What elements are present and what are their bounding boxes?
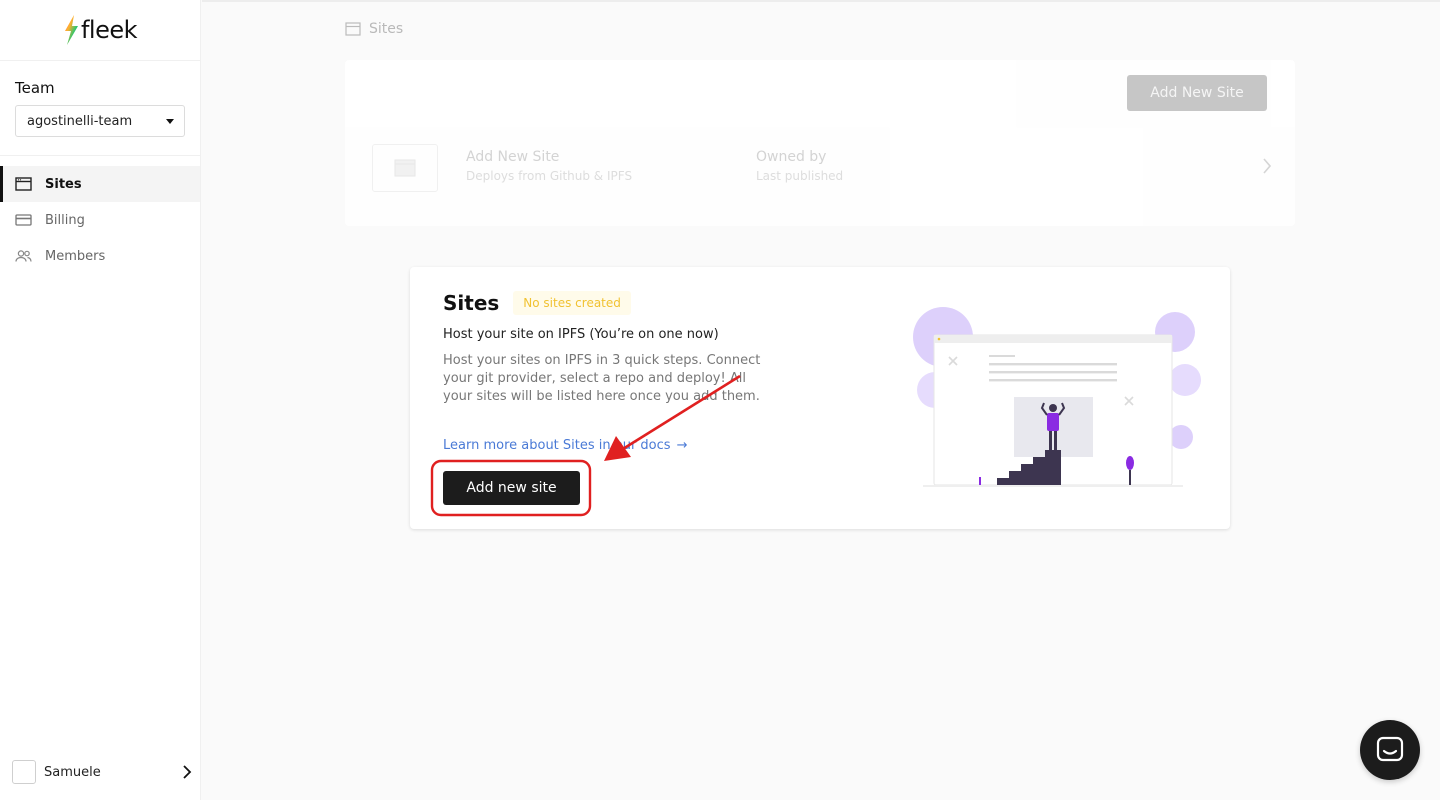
owner-title: Owned by [756,149,827,165]
sidebar-item-label: Sites [45,176,82,192]
card-title: Sites [443,291,500,315]
team-select-value: agostinelli-team [27,113,133,129]
team-label: Team [15,79,55,97]
browser-window-icon [394,159,416,177]
sites-list-placeholder: Add New Site Add New Site Deploys from G… [345,60,1295,226]
browser-window-icon [345,22,361,36]
breadcrumb: Sites [345,21,403,37]
users-icon [15,249,32,263]
chevron-right-icon [1263,158,1272,174]
chat-icon [1376,736,1404,762]
user-menu[interactable]: Samuele [12,760,192,784]
logo[interactable]: fleek [0,0,200,61]
docs-link[interactable]: Learn more about Sites in our docs → [443,438,687,453]
chevron-right-icon [183,765,192,779]
team-switcher: Team agostinelli-team [0,61,200,156]
bolt-icon [64,15,78,45]
owner-subtitle: Last published [756,169,844,183]
site-owner: Owned by Last published [756,149,843,183]
caret-down-icon [166,118,174,124]
credit-card-icon [15,213,32,227]
add-new-site-button[interactable]: Add New Site [1127,75,1267,111]
sidebar-item-sites[interactable]: Sites [0,166,200,202]
user-name: Samuele [44,764,101,780]
list-item[interactable]: Add New Site Deploys from Github & IPFS … [372,144,1272,192]
sidebar-item-label: Members [45,248,106,264]
sidebar-item-billing[interactable]: Billing [0,202,200,238]
sidebar-item-members[interactable]: Members [0,238,200,274]
top-divider [202,0,1440,2]
site-subtitle: Deploys from Github & IPFS [466,169,633,183]
breadcrumb-label: Sites [369,21,404,37]
arrow-right-icon: → [676,438,688,453]
chat-launcher-button[interactable] [1360,720,1420,780]
card-description: Host your sites on IPFS in 3 quick steps… [443,353,761,404]
avatar [12,760,36,784]
site-thumbnail [372,144,438,192]
add-new-site-primary-button[interactable]: Add new site [443,471,580,505]
site-title: Add New Site [466,149,560,165]
status-badge: No sites created [513,291,631,315]
sidebar-nav: Sites Billing Members [0,156,200,274]
team-select[interactable]: agostinelli-team [15,105,185,137]
card-header: Sites No sites created [443,291,631,315]
sidebar-item-label: Billing [45,212,85,228]
sidebar: fleek Team agostinelli-team Sites Billin… [0,0,201,800]
site-info: Add New Site Deploys from Github & IPFS [466,149,632,183]
empty-state-card: Sites No sites created Host your site on… [410,267,1230,529]
card-subtitle: Host your site on IPFS (You’re on one no… [443,327,719,342]
browser-window-icon [15,177,32,191]
brand-name: fleek [80,16,138,44]
docs-link-label: Learn more about Sites in our docs [443,438,671,453]
stairs-illustration [913,307,1201,487]
